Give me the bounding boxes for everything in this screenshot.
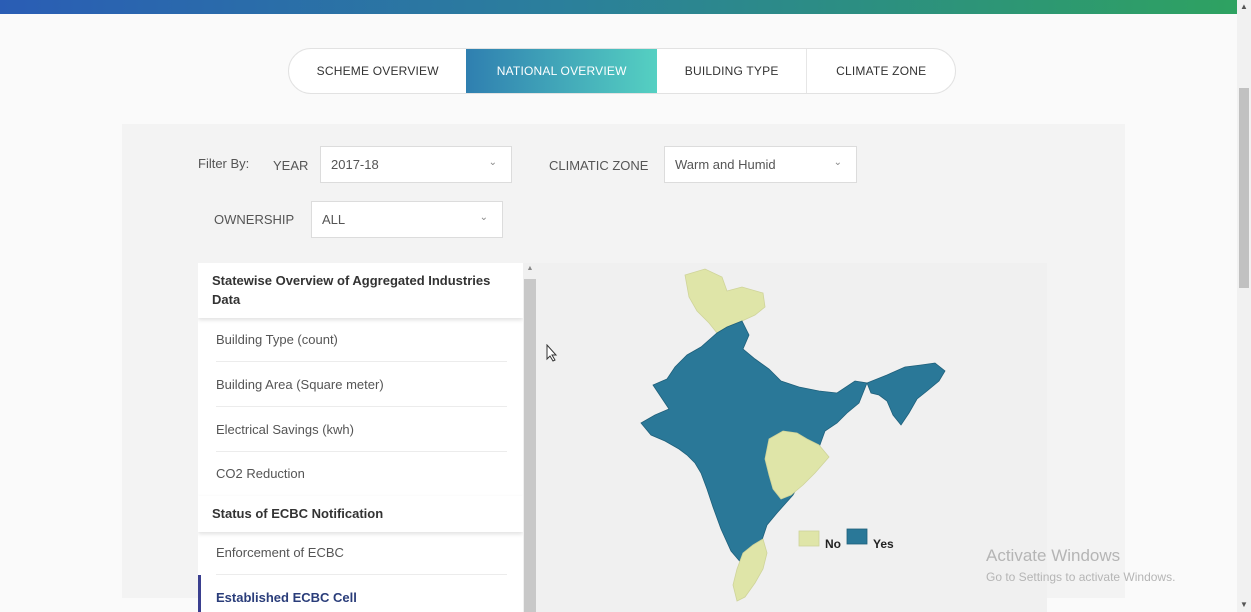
sidebar-item-building-type[interactable]: Building Type (count)	[216, 317, 507, 362]
scroll-up-icon[interactable]: ▲	[1237, 0, 1251, 14]
year-value: 2017-18	[331, 157, 379, 172]
sidebar-scrollbar[interactable]: ▲	[523, 263, 537, 612]
year-label: YEAR	[273, 158, 309, 173]
year-select[interactable]: 2017-18 ⌄	[320, 146, 512, 183]
active-item-indicator	[198, 575, 201, 612]
mouse-cursor-icon	[546, 343, 558, 367]
ownership-label: OWNERSHIP	[214, 212, 295, 227]
sidebar-menu: Statewise Overview of Aggregated Industr…	[198, 263, 523, 612]
climatic-zone-label: CLIMATIC ZONE	[549, 158, 649, 173]
activate-windows-title: Activate Windows	[986, 546, 1121, 565]
scroll-down-icon[interactable]: ▼	[1237, 598, 1251, 612]
sidebar-section-header: Statewise Overview of Aggregated Industr…	[198, 263, 523, 318]
climatic-zone-select[interactable]: Warm and Humid ⌄	[664, 146, 857, 183]
overview-tabs: SCHEME OVERVIEW NATIONAL OVERVIEW BUILDI…	[288, 48, 956, 94]
sidebar-item-established-cell[interactable]: Established ECBC Cell	[216, 575, 507, 612]
tab-climate-zone[interactable]: CLIMATE ZONE	[807, 49, 955, 93]
tab-building-type[interactable]: BUILDING TYPE	[657, 49, 808, 93]
chevron-down-icon: ⌄	[833, 157, 842, 168]
sidebar-scrollbar-thumb[interactable]	[524, 279, 536, 612]
climatic-zone-value: Warm and Humid	[675, 157, 776, 172]
tab-scheme-overview[interactable]: SCHEME OVERVIEW	[289, 49, 466, 93]
legend-no-label: No	[825, 537, 841, 551]
sidebar-item-co2-reduction[interactable]: CO2 Reduction	[216, 451, 507, 496]
sidebar-item-building-area[interactable]: Building Area (Square meter)	[216, 362, 507, 407]
page-scrollbar-thumb[interactable]	[1239, 88, 1249, 288]
map-region-jammu-kashmir[interactable]	[684, 268, 766, 334]
sidebar-item-enforcement[interactable]: Enforcement of ECBC	[216, 530, 507, 575]
legend-yes-swatch	[846, 528, 868, 545]
map-region-northeast[interactable]	[866, 362, 946, 426]
tab-national-overview[interactable]: NATIONAL OVERVIEW	[466, 49, 657, 93]
map-region-india-mainland[interactable]	[640, 320, 868, 566]
india-map-container	[537, 263, 1047, 612]
filter-by-label: Filter By:	[198, 156, 250, 171]
top-gradient-bar	[0, 0, 1237, 14]
sidebar-item-electrical-savings[interactable]: Electrical Savings (kwh)	[216, 407, 507, 452]
india-map	[640, 268, 946, 602]
legend-yes-label: Yes	[873, 537, 894, 551]
ownership-value: ALL	[322, 212, 346, 227]
ownership-select[interactable]: ALL ⌄	[311, 201, 503, 238]
sidebar-section-header: Status of ECBC Notification	[198, 496, 523, 532]
scroll-up-icon[interactable]: ▲	[523, 265, 537, 272]
page-scrollbar[interactable]: ▲ ▼	[1237, 0, 1251, 612]
legend-no-swatch	[798, 530, 820, 547]
chevron-down-icon: ⌄	[479, 212, 488, 223]
chevron-down-icon: ⌄	[488, 157, 497, 168]
activate-windows-subtitle: Go to Settings to activate Windows.	[986, 570, 1176, 584]
